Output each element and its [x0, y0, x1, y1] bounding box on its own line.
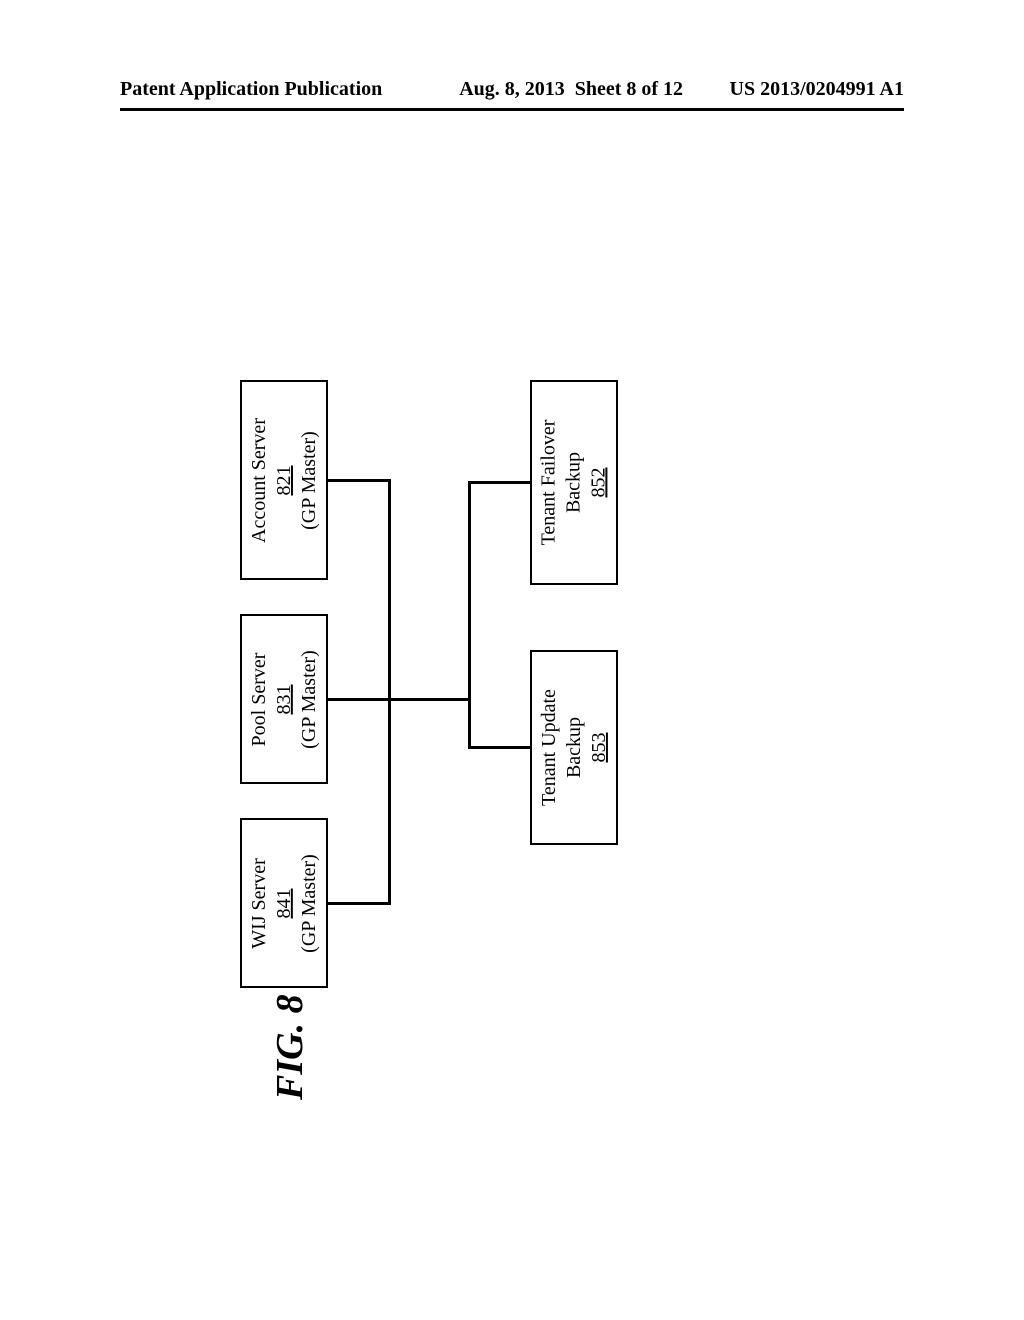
wij-line1: WIJ Server — [248, 858, 270, 949]
failover-num: 852 — [588, 468, 610, 498]
wij-num: 841 — [273, 888, 295, 918]
box-wij-server: WIJ Server 841 (GP Master) — [240, 818, 328, 988]
update-num: 853 — [588, 733, 610, 763]
account-num: 821 — [273, 465, 295, 495]
failover-line2: Backup — [563, 452, 585, 513]
wij-line3: (GP Master) — [298, 854, 320, 953]
conn-left-bus — [388, 479, 391, 905]
box-pool-content: Pool Server 831 (GP Master) — [247, 650, 322, 749]
account-line1: Account Server — [248, 418, 270, 543]
box-tenant-failover: Tenant Failover Backup 852 — [530, 380, 618, 585]
conn-failover-stub — [468, 481, 530, 484]
conn-account-stub — [328, 479, 390, 482]
box-pool-server: Pool Server 831 (GP Master) — [240, 614, 328, 784]
box-wij-content: WIJ Server 841 (GP Master) — [247, 854, 322, 953]
conn-bridge — [388, 698, 470, 701]
pool-line1: Pool Server — [248, 652, 270, 746]
page-root: Patent Application Publication Aug. 8, 2… — [0, 0, 1024, 1320]
figure-label: FIG. 8 — [268, 994, 312, 1100]
box-tenant-update: Tenant Update Backup 853 — [530, 650, 618, 845]
pool-line3: (GP Master) — [298, 650, 320, 749]
diagram-area: Account Server 821 (GP Master) Pool Serv… — [0, 0, 1024, 1320]
box-update-content: Tenant Update Backup 853 — [537, 689, 612, 806]
pool-num: 831 — [273, 684, 295, 714]
box-account-content: Account Server 821 (GP Master) — [247, 418, 322, 543]
conn-right-bus — [468, 481, 471, 749]
box-failover-content: Tenant Failover Backup 852 — [537, 420, 612, 546]
update-line2: Backup — [563, 717, 585, 778]
failover-line1: Tenant Failover — [538, 420, 560, 546]
conn-update-stub — [468, 746, 530, 749]
conn-pool-stub — [328, 698, 390, 701]
box-account-server: Account Server 821 (GP Master) — [240, 380, 328, 580]
update-line1: Tenant Update — [538, 689, 560, 806]
account-line3: (GP Master) — [298, 431, 320, 530]
conn-wij-stub — [328, 902, 390, 905]
